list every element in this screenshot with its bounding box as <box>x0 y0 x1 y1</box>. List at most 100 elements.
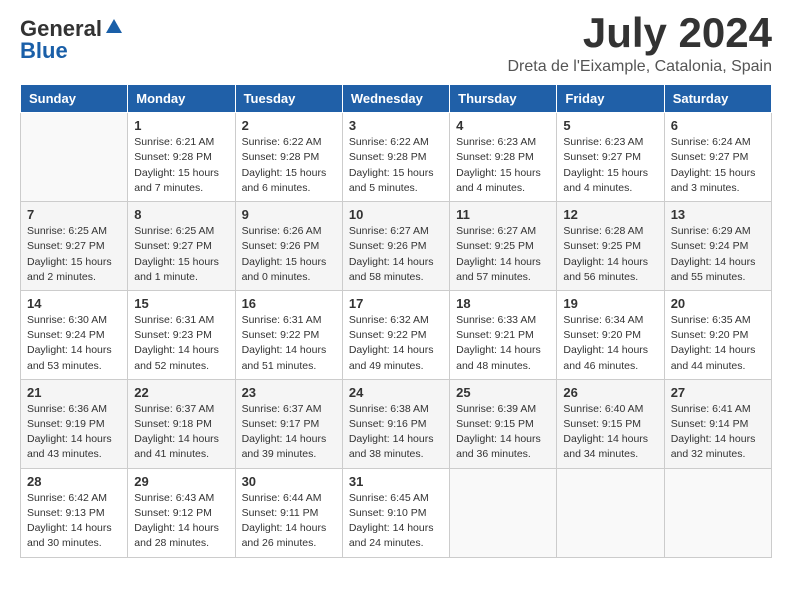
calendar-cell: 2 Sunrise: 6:22 AM Sunset: 9:28 PM Dayli… <box>235 113 342 202</box>
sunrise-text: Sunrise: 6:31 AM <box>134 314 214 326</box>
sunset-text: Sunset: 9:27 PM <box>27 240 105 252</box>
sunrise-text: Sunrise: 6:42 AM <box>27 492 107 504</box>
day-number: 8 <box>134 207 228 222</box>
sunset-text: Sunset: 9:27 PM <box>134 240 212 252</box>
sunset-text: Sunset: 9:20 PM <box>563 329 641 341</box>
day-info: Sunrise: 6:29 AM Sunset: 9:24 PM Dayligh… <box>671 224 765 285</box>
day-info: Sunrise: 6:41 AM Sunset: 9:14 PM Dayligh… <box>671 402 765 463</box>
day-info: Sunrise: 6:37 AM Sunset: 9:17 PM Dayligh… <box>242 402 336 463</box>
calendar-cell: 20 Sunrise: 6:35 AM Sunset: 9:20 PM Dayl… <box>664 290 771 379</box>
calendar-header-monday: Monday <box>128 85 235 113</box>
calendar-week-row: 28 Sunrise: 6:42 AM Sunset: 9:13 PM Dayl… <box>21 468 772 557</box>
day-number: 22 <box>134 385 228 400</box>
sunrise-text: Sunrise: 6:31 AM <box>242 314 322 326</box>
daylight-text: Daylight: 14 hours and 41 minutes. <box>134 433 219 460</box>
daylight-text: Daylight: 14 hours and 52 minutes. <box>134 344 219 371</box>
sunset-text: Sunset: 9:22 PM <box>242 329 320 341</box>
calendar-cell: 16 Sunrise: 6:31 AM Sunset: 9:22 PM Dayl… <box>235 290 342 379</box>
sunset-text: Sunset: 9:27 PM <box>671 151 749 163</box>
day-number: 27 <box>671 385 765 400</box>
daylight-text: Daylight: 14 hours and 57 minutes. <box>456 256 541 283</box>
calendar-header-tuesday: Tuesday <box>235 85 342 113</box>
logo-blue: Blue <box>20 38 68 64</box>
sunset-text: Sunset: 9:21 PM <box>456 329 534 341</box>
day-info: Sunrise: 6:22 AM Sunset: 9:28 PM Dayligh… <box>349 135 443 196</box>
calendar-cell <box>21 113 128 202</box>
day-number: 9 <box>242 207 336 222</box>
daylight-text: Daylight: 15 hours and 5 minutes. <box>349 167 434 194</box>
calendar-header-saturday: Saturday <box>664 85 771 113</box>
sunrise-text: Sunrise: 6:39 AM <box>456 403 536 415</box>
day-info: Sunrise: 6:28 AM Sunset: 9:25 PM Dayligh… <box>563 224 657 285</box>
day-number: 7 <box>27 207 121 222</box>
sunrise-text: Sunrise: 6:38 AM <box>349 403 429 415</box>
sunrise-text: Sunrise: 6:22 AM <box>349 136 429 148</box>
sunset-text: Sunset: 9:16 PM <box>349 418 427 430</box>
daylight-text: Daylight: 15 hours and 3 minutes. <box>671 167 756 194</box>
day-number: 23 <box>242 385 336 400</box>
daylight-text: Daylight: 15 hours and 4 minutes. <box>456 167 541 194</box>
month-year-title: July 2024 <box>507 10 772 56</box>
sunset-text: Sunset: 9:23 PM <box>134 329 212 341</box>
calendar-cell: 23 Sunrise: 6:37 AM Sunset: 9:17 PM Dayl… <box>235 379 342 468</box>
calendar-cell: 27 Sunrise: 6:41 AM Sunset: 9:14 PM Dayl… <box>664 379 771 468</box>
calendar-cell <box>557 468 664 557</box>
day-info: Sunrise: 6:26 AM Sunset: 9:26 PM Dayligh… <box>242 224 336 285</box>
day-number: 12 <box>563 207 657 222</box>
daylight-text: Daylight: 15 hours and 4 minutes. <box>563 167 648 194</box>
calendar-cell: 28 Sunrise: 6:42 AM Sunset: 9:13 PM Dayl… <box>21 468 128 557</box>
calendar-week-row: 1 Sunrise: 6:21 AM Sunset: 9:28 PM Dayli… <box>21 113 772 202</box>
calendar-week-row: 21 Sunrise: 6:36 AM Sunset: 9:19 PM Dayl… <box>21 379 772 468</box>
day-info: Sunrise: 6:39 AM Sunset: 9:15 PM Dayligh… <box>456 402 550 463</box>
day-number: 19 <box>563 296 657 311</box>
sunset-text: Sunset: 9:15 PM <box>456 418 534 430</box>
day-info: Sunrise: 6:23 AM Sunset: 9:27 PM Dayligh… <box>563 135 657 196</box>
day-number: 28 <box>27 474 121 489</box>
calendar-cell: 14 Sunrise: 6:30 AM Sunset: 9:24 PM Dayl… <box>21 290 128 379</box>
day-number: 20 <box>671 296 765 311</box>
daylight-text: Daylight: 14 hours and 43 minutes. <box>27 433 112 460</box>
calendar-header-sunday: Sunday <box>21 85 128 113</box>
sunset-text: Sunset: 9:22 PM <box>349 329 427 341</box>
calendar-header-thursday: Thursday <box>450 85 557 113</box>
sunrise-text: Sunrise: 6:30 AM <box>27 314 107 326</box>
day-info: Sunrise: 6:38 AM Sunset: 9:16 PM Dayligh… <box>349 402 443 463</box>
day-info: Sunrise: 6:23 AM Sunset: 9:28 PM Dayligh… <box>456 135 550 196</box>
day-number: 18 <box>456 296 550 311</box>
daylight-text: Daylight: 15 hours and 0 minutes. <box>242 256 327 283</box>
day-info: Sunrise: 6:40 AM Sunset: 9:15 PM Dayligh… <box>563 402 657 463</box>
day-info: Sunrise: 6:44 AM Sunset: 9:11 PM Dayligh… <box>242 491 336 552</box>
calendar-cell: 26 Sunrise: 6:40 AM Sunset: 9:15 PM Dayl… <box>557 379 664 468</box>
day-number: 30 <box>242 474 336 489</box>
sunset-text: Sunset: 9:14 PM <box>671 418 749 430</box>
calendar-week-row: 14 Sunrise: 6:30 AM Sunset: 9:24 PM Dayl… <box>21 290 772 379</box>
day-number: 31 <box>349 474 443 489</box>
calendar-cell: 8 Sunrise: 6:25 AM Sunset: 9:27 PM Dayli… <box>128 202 235 291</box>
sunset-text: Sunset: 9:28 PM <box>349 151 427 163</box>
calendar-cell: 15 Sunrise: 6:31 AM Sunset: 9:23 PM Dayl… <box>128 290 235 379</box>
day-number: 11 <box>456 207 550 222</box>
sunrise-text: Sunrise: 6:25 AM <box>134 225 214 237</box>
sunrise-text: Sunrise: 6:36 AM <box>27 403 107 415</box>
sunset-text: Sunset: 9:25 PM <box>563 240 641 252</box>
sunset-text: Sunset: 9:10 PM <box>349 507 427 519</box>
sunset-text: Sunset: 9:28 PM <box>242 151 320 163</box>
day-info: Sunrise: 6:31 AM Sunset: 9:22 PM Dayligh… <box>242 313 336 374</box>
sunrise-text: Sunrise: 6:23 AM <box>563 136 643 148</box>
sunset-text: Sunset: 9:24 PM <box>27 329 105 341</box>
day-info: Sunrise: 6:35 AM Sunset: 9:20 PM Dayligh… <box>671 313 765 374</box>
calendar-cell: 1 Sunrise: 6:21 AM Sunset: 9:28 PM Dayli… <box>128 113 235 202</box>
calendar-cell: 21 Sunrise: 6:36 AM Sunset: 9:19 PM Dayl… <box>21 379 128 468</box>
calendar-cell: 25 Sunrise: 6:39 AM Sunset: 9:15 PM Dayl… <box>450 379 557 468</box>
logo-icon <box>104 17 124 37</box>
calendar-cell: 6 Sunrise: 6:24 AM Sunset: 9:27 PM Dayli… <box>664 113 771 202</box>
sunset-text: Sunset: 9:27 PM <box>563 151 641 163</box>
day-number: 3 <box>349 118 443 133</box>
daylight-text: Daylight: 15 hours and 6 minutes. <box>242 167 327 194</box>
calendar-cell: 24 Sunrise: 6:38 AM Sunset: 9:16 PM Dayl… <box>342 379 449 468</box>
sunset-text: Sunset: 9:26 PM <box>242 240 320 252</box>
day-info: Sunrise: 6:25 AM Sunset: 9:27 PM Dayligh… <box>27 224 121 285</box>
calendar-cell: 10 Sunrise: 6:27 AM Sunset: 9:26 PM Dayl… <box>342 202 449 291</box>
sunrise-text: Sunrise: 6:21 AM <box>134 136 214 148</box>
daylight-text: Daylight: 14 hours and 26 minutes. <box>242 522 327 549</box>
